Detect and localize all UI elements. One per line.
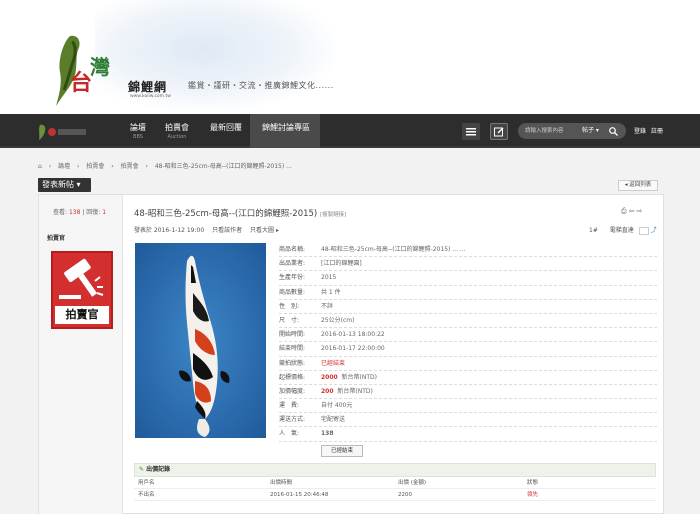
koi-fish-image [179,255,230,437]
breadcrumb-item[interactable]: 拍賣會 [86,163,104,170]
search-icon[interactable] [609,127,618,136]
info-row-quantity: 商品數量: 共 1 件 [279,286,657,300]
table-row: 不出名 2016-01-15 20:46:48 2200 領先 [134,489,656,501]
info-row-gender: 性 別: 不詳 [279,300,657,314]
post-date: 發表於 2016-1-12 19:00 [134,227,205,234]
breadcrumb-item[interactable]: 48-昭和三色-25cm-母高--(江口的錦鯉照-2015) ... [155,163,292,170]
info-row-size: 尺 寸: 25公分(cm) [279,314,657,329]
svg-text:台: 台 [70,70,92,96]
site-name: 錦鯉網 [128,80,168,94]
breadcrumb: ⌂ › 論壇 › 拍賣會 › 拍賣會 › 48-昭和三色-25cm-母高--(江… [38,163,292,170]
bid-history: ✎ 出價記錄 用戶名 出價時間 出價 (金額) 狀態 不出名 2016-01-1… [134,463,656,514]
next-icon[interactable]: ⇨ [636,207,644,215]
floor-nav: 1# 電梯直達 ⤴ [589,225,657,235]
login-link[interactable]: 登錄 [634,126,646,135]
replies-count: 1 [102,209,107,216]
nav-item-sub: Auction [167,134,187,140]
koi-photo[interactable] [135,243,266,438]
info-row-increment: 加價幅度: 200 新台幣(NTD) [279,385,657,400]
views-count: 138 [68,209,81,216]
register-link[interactable]: 註冊 [651,126,663,135]
nav-item-label: 最新回覆 [210,123,242,132]
auction-info-table: 商品名稱: 48-昭和三色-25cm-母高--(江口的錦鯉照-2015) ... … [279,243,657,442]
floor-number: 1# [589,227,598,234]
nav-item-label: 論壇 [130,123,146,132]
nav-item-label: 拍賣會 [165,123,189,132]
info-row-popularity: 人 氣: 138 [279,427,657,442]
taiwan-logo-icon[interactable]: 台 灣 [48,32,118,110]
search-placeholder: 請輸入搜索內容 [525,128,564,134]
nav-item-koi-forum[interactable]: 錦鯉討論專區 [262,122,310,133]
site-header: 台 灣 錦鯉網 www.koiiw.com.tw 鑑賞・謹研・交流・推廣錦鯉文化… [0,0,700,114]
nav-item-auction[interactable]: 拍賣會 Auction [165,122,189,140]
thread-stats: 查看: 138 | 回復: 1 [53,209,107,216]
site-url: www.koiiw.com.tw [130,94,171,99]
compose-button[interactable] [490,123,508,140]
site-slogan: 鑑賞・謹研・交流・推廣錦鯉文化...... [188,81,334,90]
breadcrumb-item[interactable]: 論壇 [58,163,70,170]
main-nav: 論壇 BBS 拍賣會 Auction 最新回覆 錦鯉討論專區 請輸入搜索內容 帖… [0,114,700,148]
copy-link[interactable]: [複製鏈接] [320,212,346,218]
floor-input[interactable] [638,226,649,235]
print-icon[interactable]: ⎙ [621,207,629,215]
bid-table-columns: 用戶名 出價時間 出價 (金額) 狀態 [134,477,656,489]
home-icon[interactable]: ⌂ [38,163,42,170]
nav-logo-icon[interactable] [36,123,90,141]
thread-panel: 查看: 138 | 回復: 1 拍賣官 拍賣官 48-昭和三色-25cm-母高-… [38,194,664,514]
info-row-status: 競拍狀態: 已經結束 [279,357,657,371]
floor-go-icon[interactable]: ⤴ [651,227,657,234]
nav-item-latest[interactable]: 最新回覆 [210,122,242,133]
info-row-delivery: 運送方式: 宅配寄送 [279,413,657,428]
auctioneer-avatar[interactable]: 拍賣官 [51,251,113,329]
post-meta: 發表於 2016-1-12 19:00 只看該作者 只看大圖 ▸ [134,225,285,234]
floor-jump-link[interactable]: 電梯直達 [610,227,634,234]
author-only-link[interactable]: 只看該作者 [212,227,242,234]
hamburger-icon [466,127,476,135]
info-row-shipping: 運 費: 自付 400元 [279,399,657,414]
author-name[interactable]: 拍賣官 [47,233,65,242]
author-sidebar: 查看: 138 | 回復: 1 拍賣官 拍賣官 [39,195,123,514]
info-row-start: 開始時間: 2016-01-13 18:00:22 [279,328,657,343]
info-row-end: 結束時間: 2016-01-17 22:00:00 [279,342,657,357]
nav-item-label: 錦鯉討論專區 [262,123,310,132]
large-image-link[interactable]: 只看大圖 ▸ [250,227,279,234]
info-row-start-price: 起標價格: 2000 新台幣(NTD) [279,371,657,385]
back-to-list-button[interactable]: ◂ 返回列表 [618,180,658,191]
nav-item-bbs[interactable]: 論壇 BBS [130,122,146,140]
breadcrumb-item[interactable]: 拍賣會 [121,163,139,170]
bid-history-icon: ✎ [139,466,145,473]
search-type-select[interactable]: 帖子 ▾ [582,123,599,139]
menu-button[interactable] [462,123,480,140]
post-title: 48-昭和三色-25cm-母高--(江口的錦鯉照-2015) [複製鏈接] [134,209,347,219]
nav-item-sub: BBS [133,134,143,140]
bid-history-header: ✎ 出價記錄 [134,463,656,477]
new-post-button[interactable]: 發表新帖 ▾ [38,178,91,192]
auction-ended-button[interactable]: 已經結束 [321,445,363,457]
edit-icon [494,127,504,136]
info-row-year: 生產年份: 2015 [279,271,657,286]
post-tools: ⎙⇦⇨ [621,207,644,216]
info-row-name: 商品名稱: 48-昭和三色-25cm-母高--(江口的錦鯉照-2015) ... … [279,243,657,258]
auctioneer-badge-text: 拍賣官 [55,306,109,324]
info-row-seller: 出品業者: [江口的錦鯉園] [279,257,657,272]
gavel-icon [59,258,104,299]
svg-text:灣: 灣 [90,55,110,79]
